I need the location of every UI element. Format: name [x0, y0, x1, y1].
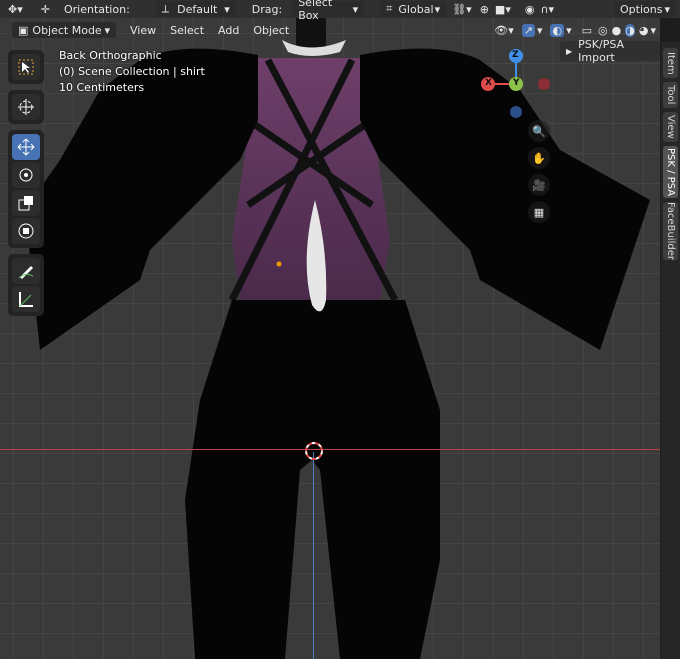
- select-box-tool-icon[interactable]: [12, 54, 40, 80]
- chevron-down-icon: ▾: [352, 2, 359, 16]
- transform-tool-icon[interactable]: [12, 218, 40, 244]
- chevron-down-icon[interactable]: ▾: [650, 24, 656, 37]
- scale-tool-icon[interactable]: [12, 190, 40, 216]
- wireframe-shading-icon[interactable]: ◎: [598, 24, 608, 37]
- xray-icon[interactable]: ▭: [582, 24, 592, 37]
- tool-settings-header: ✥▾ ✛ Orientation: ⟂ Default ▾ Drag: Sele…: [0, 0, 680, 22]
- drag-label: Drag:: [251, 2, 283, 16]
- 3d-viewport[interactable]: [0, 0, 660, 659]
- menu-select[interactable]: Select: [170, 24, 204, 37]
- pivot-icon[interactable]: ⛓▾: [452, 3, 472, 16]
- gizmo-x-label: X: [485, 78, 492, 88]
- gizmo-toggle-icon[interactable]: ↗: [521, 23, 535, 37]
- cursor-tool-icon[interactable]: [12, 94, 40, 120]
- gizmo-z-label: Z: [512, 50, 519, 60]
- toolbar: [8, 50, 44, 322]
- grid-perspective-icon[interactable]: ▦: [528, 201, 550, 223]
- orientation-value: Default: [177, 2, 218, 16]
- zoom-icon[interactable]: 🔍: [528, 120, 550, 142]
- view-name: Back Orthographic: [59, 49, 162, 62]
- tab-tool[interactable]: Tool: [663, 82, 678, 108]
- chevron-down-icon: ▾: [434, 2, 441, 16]
- tab-view[interactable]: View: [663, 112, 678, 142]
- transform-tool-icon: ✛: [40, 2, 50, 16]
- editor-type-icon[interactable]: ✥▾: [8, 3, 23, 16]
- snap-icon[interactable]: ⊕: [480, 3, 489, 16]
- tool-group: [8, 130, 44, 248]
- pan-hand-icon[interactable]: ✋: [528, 147, 550, 169]
- transform-space-icon: ⌗: [386, 2, 393, 15]
- menu-object[interactable]: Object: [253, 24, 289, 37]
- tool-group: [8, 50, 44, 84]
- annotate-tool-icon[interactable]: [12, 258, 40, 284]
- collection-info: (0) Scene Collection | shirt: [59, 65, 205, 78]
- rendered-shading-icon[interactable]: ◕: [639, 24, 649, 37]
- visibility-icon[interactable]: 👁▾: [494, 24, 514, 37]
- chevron-down-icon[interactable]: ▾: [537, 24, 543, 37]
- gizmo-y-label: Y: [513, 78, 520, 88]
- character-model[interactable]: [0, 0, 660, 659]
- viewport-header: ▣ Object Mode ▾ View Select Add Object 👁…: [0, 19, 660, 41]
- menu-view[interactable]: View: [130, 24, 156, 37]
- menu-add[interactable]: Add: [218, 24, 239, 37]
- object-mode-icon: ▣: [18, 23, 29, 37]
- options-label: Options: [620, 2, 663, 16]
- overlays-icon[interactable]: ◐: [550, 23, 565, 37]
- sidebar-tabs: Item Tool View PSK / PSA FaceBuilder: [661, 42, 680, 659]
- orientation-label: Orientation:: [63, 2, 130, 16]
- axis-icon: ⟂: [161, 2, 170, 15]
- tab-item[interactable]: Item: [663, 48, 678, 78]
- solid-shading-icon[interactable]: ●: [612, 24, 622, 37]
- 3d-cursor-icon[interactable]: [303, 440, 325, 462]
- measure-tool-icon[interactable]: [12, 286, 40, 312]
- panel-title: PSK/PSA Import: [578, 38, 625, 64]
- tool-group: [8, 90, 44, 124]
- falloff-icon[interactable]: ∩▾: [540, 3, 554, 16]
- mode-value: Object Mode: [32, 23, 102, 37]
- proportional-edit-icon[interactable]: ◉: [525, 3, 535, 16]
- orientation-dropdown[interactable]: ⟂ Default ▾: [155, 1, 236, 17]
- mode-dropdown[interactable]: ▣ Object Mode ▾: [12, 22, 116, 38]
- x-axis-line: [0, 449, 660, 450]
- grid-scale: 10 Centimeters: [59, 81, 145, 94]
- options-dropdown[interactable]: Options ▾: [614, 1, 676, 17]
- snap-target-icon[interactable]: ■▾: [495, 3, 511, 16]
- tool-group: [8, 254, 44, 316]
- tab-psk-psa[interactable]: PSK / PSA: [663, 146, 678, 198]
- move-tool-icon[interactable]: [12, 134, 40, 160]
- chevron-down-icon: ▾: [664, 2, 670, 16]
- material-shading-icon[interactable]: ◑: [625, 23, 635, 37]
- chevron-down-icon[interactable]: ▾: [566, 24, 572, 37]
- rotate-tool-icon[interactable]: [12, 162, 40, 188]
- transform-space-value: Global: [398, 2, 434, 16]
- chevron-down-icon: ▾: [224, 2, 230, 16]
- z-axis-line: [313, 452, 314, 659]
- psk-psa-panel-header[interactable]: ▶ PSK/PSA Import: [560, 38, 660, 64]
- drag-dropdown[interactable]: Select Box ▾: [292, 0, 365, 22]
- tab-facebuilder[interactable]: FaceBuilder: [663, 202, 678, 260]
- camera-icon[interactable]: 🎥: [528, 174, 550, 196]
- transform-space-dropdown[interactable]: ⌗ Global ▾: [380, 1, 447, 17]
- chevron-down-icon: ▾: [104, 23, 110, 37]
- expand-arrow-icon: ▶: [566, 46, 573, 56]
